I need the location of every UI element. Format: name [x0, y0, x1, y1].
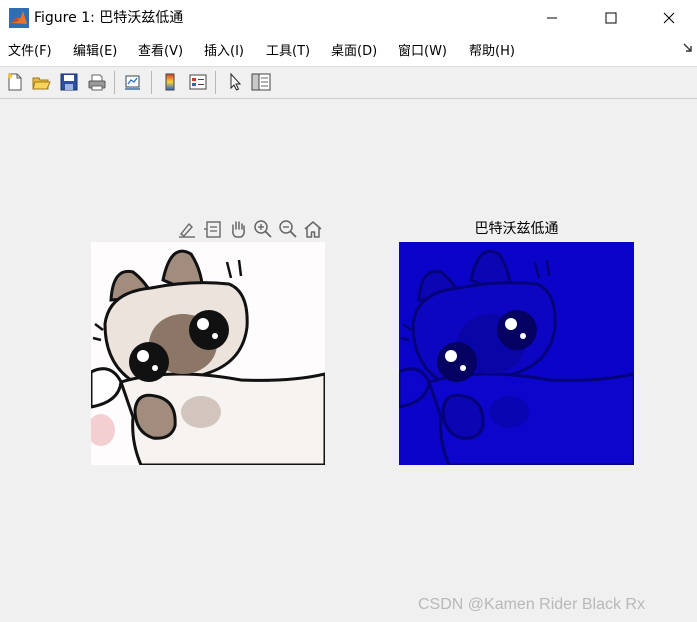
minimize-button[interactable]: [523, 0, 581, 36]
maximize-icon: [605, 12, 617, 24]
edit-plot-button[interactable]: [223, 70, 247, 94]
brush-button[interactable]: [176, 218, 198, 240]
dock-arrow-icon[interactable]: [683, 43, 693, 56]
property-inspector-icon: [251, 73, 271, 91]
home-button[interactable]: [302, 218, 324, 240]
menu-insert[interactable]: 插入(I): [204, 43, 244, 60]
window-title: Figure 1: 巴特沃兹低通: [34, 10, 184, 26]
pan-hand-icon: [232, 221, 245, 238]
edit-plot-cursor-icon: [230, 72, 242, 91]
toolbar-separator: [215, 71, 216, 94]
filtered-cat-illustration: [399, 242, 634, 465]
zoom-in-button[interactable]: [252, 218, 274, 240]
filtered-image[interactable]: [399, 242, 634, 465]
print-icon: [88, 74, 106, 91]
link-plot-icon: [125, 75, 140, 90]
new-figure-button[interactable]: [3, 70, 27, 94]
home-icon: [304, 221, 322, 238]
zoom-in-icon: [254, 220, 272, 238]
colorbar-button[interactable]: [158, 70, 182, 94]
original-image[interactable]: [91, 242, 325, 465]
zoom-out-button[interactable]: [277, 218, 299, 240]
siamese-cat-illustration: [91, 242, 325, 465]
legend-button[interactable]: [186, 70, 210, 94]
save-button[interactable]: [57, 70, 81, 94]
menu-view[interactable]: 查看(V): [138, 43, 183, 60]
axes-toolbar: [176, 218, 326, 240]
link-plot-button[interactable]: [121, 70, 145, 94]
menu-tools[interactable]: 工具(T): [266, 43, 310, 60]
toolbar-separator: [151, 71, 152, 94]
save-icon: [60, 73, 78, 91]
data-tips-icon: [204, 221, 221, 238]
brush-icon: [179, 222, 195, 238]
new-figure-icon: [7, 73, 22, 91]
close-icon: [663, 12, 675, 24]
menu-window[interactable]: 窗口(W): [398, 43, 447, 60]
menu-help[interactable]: 帮助(H): [469, 43, 515, 60]
menu-file[interactable]: 文件(F): [8, 43, 52, 60]
data-tips-button[interactable]: [202, 218, 224, 240]
print-button[interactable]: [85, 70, 109, 94]
menu-desktop[interactable]: 桌面(D): [331, 43, 377, 60]
open-file-icon: [32, 77, 51, 90]
colorbar-icon: [165, 73, 175, 91]
close-button[interactable]: [640, 0, 697, 36]
title-bar: Figure 1: 巴特沃兹低通: [0, 0, 697, 36]
menu-edit[interactable]: 编辑(E): [73, 43, 117, 60]
toolbar-separator: [114, 71, 115, 94]
axes-title: 巴特沃兹低通: [474, 221, 559, 237]
figure-toolbar: [0, 67, 697, 99]
property-inspector-button[interactable]: [249, 70, 273, 94]
zoom-out-icon: [279, 220, 297, 238]
watermark: CSDN @Kamen Rider Black Rx: [418, 596, 645, 613]
menu-bar: 文件(F) 编辑(E) 查看(V) 插入(I) 工具(T) 桌面(D) 窗口(W…: [0, 36, 697, 67]
minimize-icon: [547, 17, 557, 19]
matlab-logo-icon: [9, 8, 29, 28]
legend-icon: [189, 74, 207, 90]
maximize-button[interactable]: [582, 0, 640, 36]
open-file-button[interactable]: [29, 70, 53, 94]
pan-button[interactable]: [227, 218, 249, 240]
